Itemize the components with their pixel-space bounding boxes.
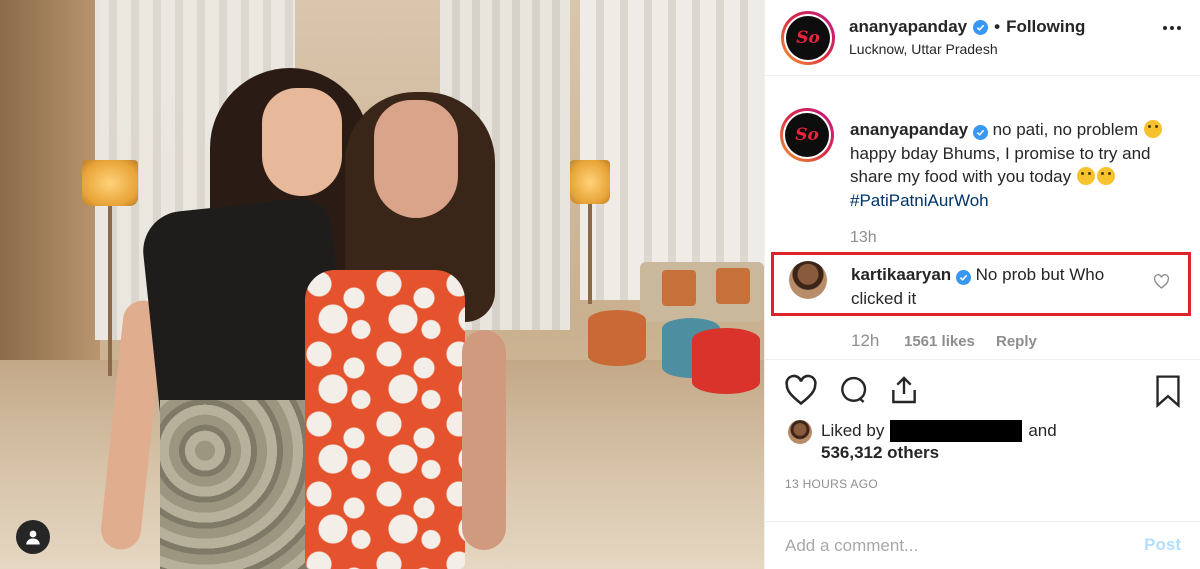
comment-time: 12h xyxy=(851,331,880,350)
location-link[interactable]: Lucknow, Uttar Pradesh xyxy=(849,41,998,57)
more-options-icon[interactable] xyxy=(1163,26,1181,30)
comment-text: kartikaaryan No prob but Who clicked it xyxy=(851,263,1141,311)
caption-username[interactable]: ananyapanday xyxy=(850,120,968,139)
redacted-username xyxy=(890,420,1023,442)
header-user-row: ananyapanday • Following xyxy=(849,17,1085,37)
caption-time: 13h xyxy=(850,229,877,246)
comment-likes[interactable]: 1561 likes xyxy=(904,333,996,350)
verified-badge-icon xyxy=(955,270,971,285)
shushing-face-emoji-icon xyxy=(1096,167,1115,185)
heart-icon[interactable] xyxy=(784,374,818,411)
avatar[interactable]: So xyxy=(781,11,835,65)
photo-pillow xyxy=(662,270,696,306)
photo-lamp xyxy=(570,160,610,204)
add-comment-bar: Post xyxy=(764,521,1200,569)
likes-count[interactable]: 536,312 others xyxy=(821,443,939,463)
avatar[interactable]: So xyxy=(780,108,834,162)
avatar[interactable] xyxy=(788,420,812,444)
avatar[interactable] xyxy=(789,261,827,299)
post-photo[interactable] xyxy=(0,0,764,569)
photo-lamp xyxy=(82,160,138,206)
comment-username[interactable]: kartikaaryan xyxy=(851,265,951,284)
comment-bubble-icon[interactable] xyxy=(836,374,870,411)
following-button[interactable]: Following xyxy=(1006,17,1085,37)
avatar-logo-text: So xyxy=(796,28,820,48)
header-username[interactable]: ananyapanday xyxy=(849,17,967,37)
winking-tongue-emoji-icon xyxy=(1143,120,1162,138)
caption-text-part1: no pati, no problem xyxy=(992,120,1139,139)
share-icon[interactable] xyxy=(888,374,920,411)
photo-person-face xyxy=(374,100,458,218)
verified-badge-icon xyxy=(972,125,988,140)
photo-stool xyxy=(692,328,760,394)
comment-meta: 12h 1561 likes Reply xyxy=(851,331,1037,351)
photo-person-dress xyxy=(305,270,465,569)
reply-button[interactable]: Reply xyxy=(996,333,1037,350)
caption-text: ananyapanday no pati, no problem happy b… xyxy=(850,118,1180,212)
liked-by-and: and xyxy=(1028,421,1057,440)
post-button[interactable]: Post xyxy=(1144,535,1181,555)
liked-by-label: Liked by xyxy=(821,421,885,440)
bookmark-icon[interactable] xyxy=(1154,374,1182,413)
photo-curtain xyxy=(580,0,764,300)
photo-person-arm xyxy=(462,330,506,550)
photo-pillow xyxy=(716,268,750,304)
hashtag-link[interactable]: #PatiPatniAurWoh xyxy=(850,191,989,210)
photo-stool xyxy=(588,310,646,366)
header-separator: • xyxy=(994,17,1001,36)
photo-lamp-stand xyxy=(108,206,112,376)
verified-badge-icon xyxy=(973,19,989,35)
user-tag-icon[interactable] xyxy=(16,520,50,554)
photo-person-face xyxy=(262,88,342,196)
comment-heart-icon[interactable] xyxy=(1153,274,1170,294)
post-header: So ananyapanday • Following Lucknow, Utt… xyxy=(765,0,1200,76)
comment-input[interactable] xyxy=(785,534,1115,558)
halo-face-emoji-icon xyxy=(1076,167,1095,185)
post-timestamp[interactable]: 13 HOURS AGO xyxy=(785,477,878,491)
avatar-logo-text: So xyxy=(795,125,819,145)
post-action-bar xyxy=(764,359,1200,421)
photo-person-pants xyxy=(160,400,310,569)
photo-lamp-stand xyxy=(588,204,592,304)
liked-by-line: Liked by and xyxy=(821,420,1057,442)
